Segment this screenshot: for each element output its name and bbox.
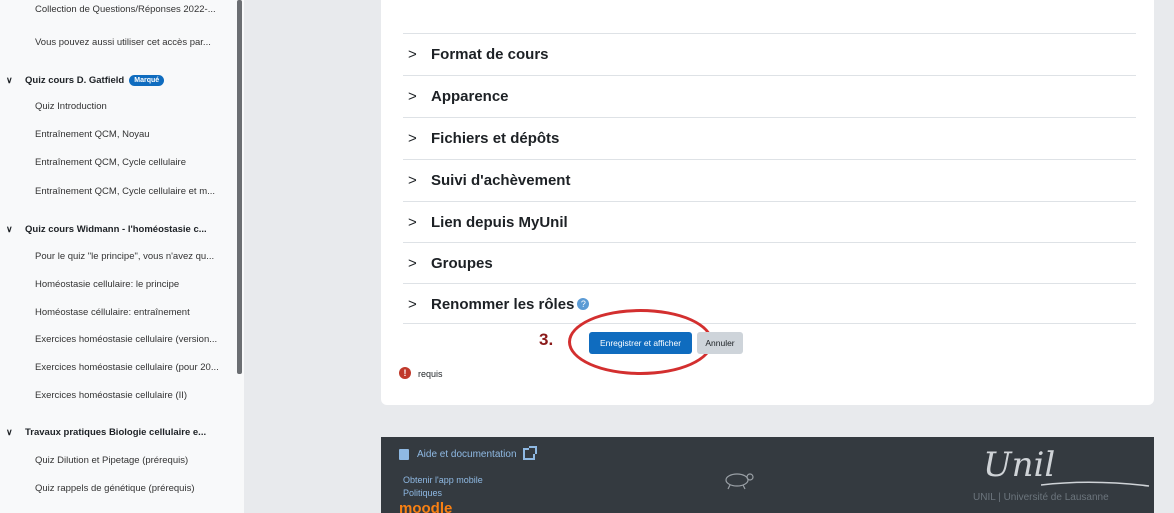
sidebar-item[interactable]: Vous pouvez aussi utiliser cet accès par…: [35, 37, 211, 48]
sidebar-item[interactable]: Exercices homéostasie cellulaire (II): [35, 390, 187, 401]
sidebar-item[interactable]: Entraînement QCM, Noyau: [35, 129, 150, 140]
external-link-icon: [522, 446, 537, 460]
sidebar-item[interactable]: Homéostasie cellulaire: le principe: [35, 279, 179, 290]
turtle-icon: [725, 473, 754, 490]
section-label: Suivi d'achèvement: [431, 171, 571, 189]
section-title: Quiz cours D. Gatfield: [25, 75, 125, 86]
cancel-button[interactable]: Annuler: [697, 332, 743, 354]
sidebar-item[interactable]: Exercices homéostasie cellulaire (versio…: [35, 334, 217, 345]
sidebar-item[interactable]: Quiz Dilution et Pipetage (prérequis): [35, 455, 188, 466]
moodle-logo[interactable]: moodle: [399, 500, 452, 513]
chevron-down-icon[interactable]: ∨: [6, 427, 17, 438]
course-index-sidebar: Collection de Questions/Réponses 2022-..…: [0, 0, 244, 513]
sidebar-item[interactable]: Entraînement QCM, Cycle cellulaire: [35, 157, 186, 168]
sidebar-item[interactable]: Homéostase céllulaire: entraînement: [35, 307, 190, 318]
chevron-right-icon[interactable]: >: [403, 172, 431, 189]
section-label: Apparence: [431, 87, 509, 105]
section-groups[interactable]: > Groupes: [403, 242, 1136, 283]
chevron-right-icon[interactable]: >: [403, 214, 431, 231]
sidebar-section-gatfield[interactable]: ∨ Quiz cours D. Gatfield Marqué: [6, 75, 165, 86]
annotation-step-number: 3.: [539, 330, 554, 349]
help-docs-label: Aide et documentation: [417, 448, 517, 460]
section-label: Format de cours: [431, 45, 549, 63]
required-icon: !: [399, 367, 411, 379]
unil-swoosh-icon: [1041, 481, 1150, 487]
unil-university-label: UNIL | Université de Lausanne: [973, 492, 1109, 503]
policies-link[interactable]: Politiques: [403, 488, 442, 498]
chevron-down-icon[interactable]: ∨: [6, 224, 17, 235]
chevron-right-icon[interactable]: >: [403, 296, 431, 313]
sidebar-item[interactable]: Quiz Introduction: [35, 101, 107, 112]
section-label: Groupes: [431, 254, 493, 272]
chevron-right-icon[interactable]: >: [403, 130, 431, 147]
section-completion[interactable]: > Suivi d'achèvement: [403, 159, 1136, 200]
section-title: Quiz cours Widmann - l'homéostasie c...: [25, 224, 207, 235]
divider: [403, 323, 1136, 324]
chevron-right-icon[interactable]: >: [403, 46, 431, 63]
save-and-display-button[interactable]: Enregistrer et afficher: [589, 332, 692, 354]
help-icon[interactable]: ?: [577, 298, 590, 310]
course-settings-form: > Format de cours > Apparence > Fichiers…: [381, 0, 1154, 405]
section-label: Renommer les rôles: [431, 295, 575, 313]
sidebar-item[interactable]: Entraînement QCM, Cycle cellulaire et m.…: [35, 186, 215, 197]
section-appearance[interactable]: > Apparence: [403, 75, 1136, 116]
section-files[interactable]: > Fichiers et dépôts: [403, 117, 1136, 158]
section-format[interactable]: > Format de cours: [403, 33, 1136, 74]
help-docs-link[interactable]: Aide et documentation: [399, 446, 537, 460]
sidebar-scrollbar[interactable]: [237, 0, 242, 374]
chevron-down-icon[interactable]: ∨: [6, 75, 17, 86]
sidebar-item[interactable]: Collection de Questions/Réponses 2022-..…: [35, 4, 216, 15]
sidebar-section-widmann[interactable]: ∨ Quiz cours Widmann - l'homéostasie c..…: [6, 224, 207, 235]
mobile-app-link[interactable]: Obtenir l'app mobile: [403, 475, 483, 485]
status-badge: Marqué: [129, 75, 165, 86]
sidebar-item[interactable]: Exercices homéostasie cellulaire (pour 2…: [35, 362, 219, 373]
chevron-right-icon[interactable]: >: [403, 255, 431, 272]
book-icon: [399, 448, 409, 460]
section-rename-roles[interactable]: > Renommer les rôles ?: [403, 283, 1136, 324]
required-label: requis: [418, 369, 443, 379]
sidebar-section-travaux[interactable]: ∨ Travaux pratiques Biologie cellulaire …: [6, 427, 206, 438]
section-myunil-link[interactable]: > Lien depuis MyUnil: [403, 201, 1136, 242]
chevron-right-icon[interactable]: >: [403, 88, 431, 105]
section-label: Fichiers et dépôts: [431, 129, 560, 147]
page-footer: Aide et documentation Obtenir l'app mobi…: [381, 437, 1154, 513]
section-title: Travaux pratiques Biologie cellulaire e.…: [25, 427, 207, 438]
section-label: Lien depuis MyUnil: [431, 213, 568, 231]
sidebar-item[interactable]: Pour le quiz "le principe", vous n'avez …: [35, 251, 214, 262]
sidebar-item[interactable]: Quiz rappels de génétique (prérequis): [35, 483, 194, 494]
